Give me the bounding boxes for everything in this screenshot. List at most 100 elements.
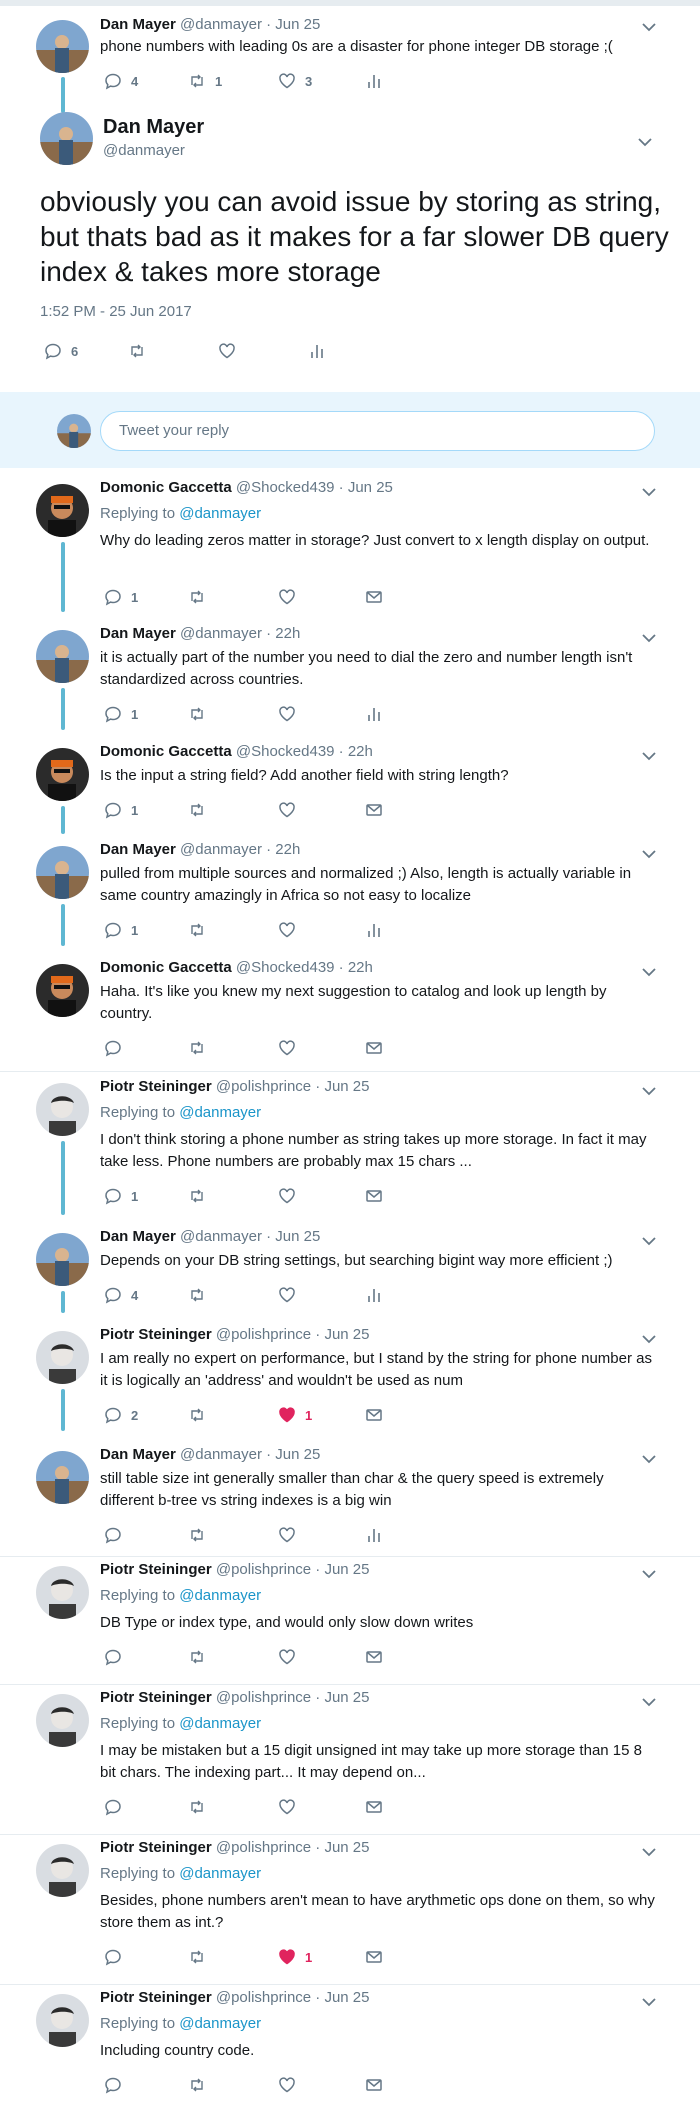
retweet-button[interactable]: 1 [188,70,222,92]
like-button[interactable] [278,1185,296,1207]
chevron-down-icon[interactable] [638,137,652,147]
like-button[interactable] [278,799,296,821]
author-meta[interactable]: @polishprince · Jun 25 [212,1689,370,1706]
retweet-button[interactable] [188,703,206,725]
author-meta[interactable]: @Shocked439 · 22h [232,959,373,976]
author-name[interactable]: Domonic Gaccetta [100,479,232,496]
reply-button[interactable]: 1 [104,703,138,725]
reply-button[interactable]: 1 [104,919,138,941]
direct-message-button[interactable] [365,1037,383,1059]
reply-input[interactable]: Tweet your reply [100,411,655,451]
direct-message-button[interactable] [365,586,383,608]
like-button[interactable]: 3 [278,70,312,92]
like-button[interactable] [278,586,296,608]
author-name[interactable]: Piotr Steininger [100,1989,212,2006]
like-button[interactable] [278,703,296,725]
like-button[interactable]: 1 [278,1946,312,1968]
like-button[interactable] [278,1037,296,1059]
reply-button[interactable]: 4 [104,1284,138,1306]
reply-button[interactable] [104,1524,122,1546]
author-meta[interactable]: @polishprince · Jun 25 [212,1989,370,2006]
author-meta[interactable]: @danmayer · 22h [176,841,300,858]
retweet-button[interactable] [188,1037,206,1059]
chevron-down-icon[interactable] [642,1997,656,2007]
avatar[interactable] [36,484,89,537]
avatar[interactable] [36,1233,89,1286]
retweet-button[interactable] [188,1946,206,1968]
chevron-down-icon[interactable] [642,1569,656,1579]
reply-button[interactable]: 1 [104,799,138,821]
avatar[interactable] [36,1331,89,1384]
author-name[interactable]: Domonic Gaccetta [100,743,232,760]
reply-button[interactable]: 6 [44,340,78,362]
author-meta[interactable]: @polishprince · Jun 25 [212,1839,370,1856]
main-tweet-timestamp[interactable]: 1:52 PM - 25 Jun 2017 [40,303,192,320]
analytics-button[interactable] [365,1524,383,1546]
retweet-button[interactable] [188,1404,206,1426]
author-meta[interactable]: @polishprince · Jun 25 [212,1078,370,1095]
like-button[interactable] [218,340,236,362]
avatar[interactable] [36,1083,89,1136]
direct-message-button[interactable] [365,1946,383,1968]
retweet-button[interactable] [128,340,146,362]
like-button[interactable] [278,919,296,941]
retweet-button[interactable] [188,1796,206,1818]
avatar[interactable] [36,1844,89,1897]
retweet-button[interactable] [188,1185,206,1207]
author-name[interactable]: Piotr Steininger [100,1839,212,1856]
author-name[interactable]: Dan Mayer [100,625,176,642]
analytics-button[interactable] [365,1284,383,1306]
reply-button[interactable] [104,1796,122,1818]
replying-to-handle[interactable]: @danmayer [179,505,261,522]
reply-button[interactable] [104,1646,122,1668]
avatar-dan-mayer[interactable] [36,20,89,73]
analytics-button[interactable] [308,340,326,362]
author-meta[interactable]: @danmayer · Jun 25 [180,16,320,33]
retweet-button[interactable] [188,2074,206,2096]
avatar[interactable] [36,630,89,683]
like-button[interactable] [278,1284,296,1306]
chevron-down-icon[interactable] [642,1454,656,1464]
chevron-down-icon[interactable] [642,487,656,497]
analytics-button[interactable] [365,919,383,941]
analytics-button[interactable] [365,70,383,92]
direct-message-button[interactable] [365,2074,383,2096]
author-meta[interactable]: @Shocked439 · Jun 25 [232,479,393,496]
replying-to-handle[interactable]: @danmayer [179,2015,261,2032]
avatar[interactable] [36,964,89,1017]
direct-message-button[interactable] [365,1185,383,1207]
like-button[interactable]: 1 [278,1404,312,1426]
retweet-button[interactable] [188,586,206,608]
author-meta[interactable]: @polishprince · Jun 25 [212,1326,370,1343]
chevron-down-icon[interactable] [642,1847,656,1857]
like-button[interactable] [278,1524,296,1546]
reply-button[interactable] [104,2074,122,2096]
reply-button[interactable]: 1 [104,1185,138,1207]
author-name[interactable]: Piotr Steininger [100,1078,212,1095]
chevron-down-icon[interactable] [642,1334,656,1344]
chevron-down-icon[interactable] [642,849,656,859]
replying-to-handle[interactable]: @danmayer [179,1865,261,1882]
author-name[interactable]: Dan Mayer [100,16,176,33]
chevron-down-icon[interactable] [642,967,656,977]
reply-button[interactable] [104,1946,122,1968]
retweet-button[interactable] [188,1284,206,1306]
chevron-down-icon[interactable] [642,1697,656,1707]
retweet-button[interactable] [188,1646,206,1668]
author-name[interactable]: Dan Mayer [100,841,176,858]
author-meta[interactable]: @danmayer · Jun 25 [176,1228,320,1245]
direct-message-button[interactable] [365,1796,383,1818]
chevron-down-icon[interactable] [642,633,656,643]
chevron-down-icon[interactable] [642,751,656,761]
avatar[interactable] [36,1694,89,1747]
reply-button[interactable]: 2 [104,1404,138,1426]
author-name[interactable]: Domonic Gaccetta [100,959,232,976]
author-name[interactable]: Piotr Steininger [100,1561,212,1578]
like-button[interactable] [278,1646,296,1668]
main-author-name[interactable]: Dan Mayer [103,116,204,139]
retweet-button[interactable] [188,799,206,821]
main-author-handle[interactable]: @danmayer [103,142,185,159]
author-meta[interactable]: @Shocked439 · 22h [232,743,373,760]
chevron-down-icon[interactable] [642,22,656,32]
chevron-down-icon[interactable] [642,1236,656,1246]
